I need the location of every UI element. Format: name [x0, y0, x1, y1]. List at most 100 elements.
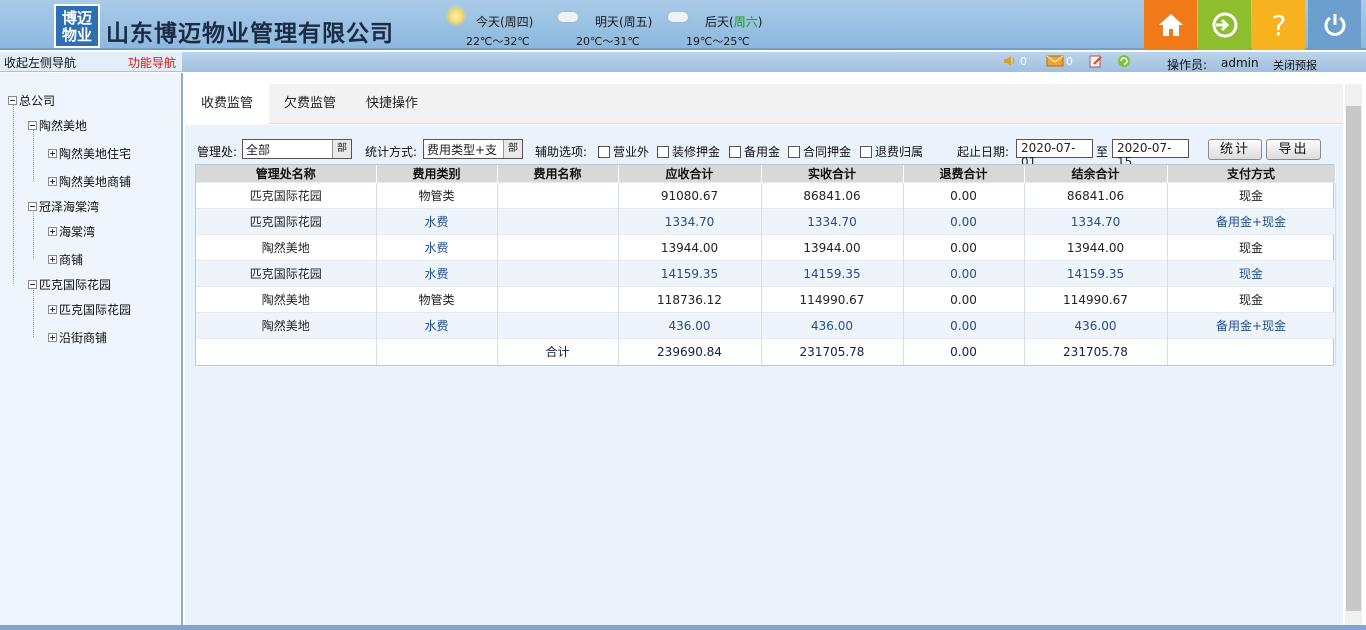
- checkbox[interactable]: [788, 145, 800, 158]
- edit-icon: [1089, 55, 1102, 68]
- cell: 0.00: [903, 286, 1025, 313]
- edit-notice[interactable]: [1088, 54, 1104, 68]
- checkbox[interactable]: [598, 145, 610, 158]
- expand-icon[interactable]: [48, 227, 57, 236]
- close-forecast-link[interactable]: 关闭预报: [1273, 57, 1317, 73]
- speaker-icon: [1004, 56, 1015, 66]
- checkbox[interactable]: [657, 145, 669, 158]
- option-decoration-deposit[interactable]: 装修押金: [657, 143, 720, 160]
- table-row[interactable]: 陶然美地 水费 436.00 436.00 0.00 436.00 备用金+现金: [196, 312, 1336, 339]
- collapse-icon[interactable]: [28, 202, 37, 211]
- tab-charge-monitor[interactable]: 收费监管: [185, 84, 269, 124]
- cell: [196, 338, 377, 365]
- cell: 备用金+现金: [1167, 312, 1336, 339]
- date-from-input[interactable]: 2020-07-01: [1016, 139, 1093, 169]
- collapse-icon[interactable]: [28, 121, 37, 130]
- cell: 436.00: [761, 312, 904, 339]
- vertical-scrollbar[interactable]: [1345, 84, 1362, 625]
- cell: 水费: [376, 234, 498, 261]
- collapse-sidebar-link[interactable]: 收起左侧导航: [4, 54, 76, 71]
- checkbox[interactable]: [729, 145, 741, 158]
- cell: 匹克国际花园: [196, 260, 377, 287]
- tree-item-peak-garden[interactable]: 匹克国际花园: [48, 301, 131, 318]
- table-row[interactable]: 陶然美地 物管类 118736.12 114990.67 0.00 114990…: [196, 286, 1336, 313]
- mail-notice[interactable]: 0: [1046, 54, 1073, 68]
- cell: 物管类: [376, 286, 498, 313]
- table-row[interactable]: 匹克国际花园 水费 14159.35 14159.35 0.00 14159.3…: [196, 260, 1336, 287]
- tree-item-taoran-residential[interactable]: 陶然美地住宅: [48, 145, 131, 162]
- col-header: 实收合计: [761, 165, 904, 183]
- table-row[interactable]: 匹克国际花园 水费 1334.70 1334.70 0.00 1334.70 备…: [196, 208, 1336, 235]
- tab-quick-actions[interactable]: 快捷操作: [351, 84, 433, 124]
- table-row[interactable]: 陶然美地 水费 13944.00 13944.00 0.00 13944.00 …: [196, 234, 1336, 261]
- tab-bar: 收费监管 欠费监管 快捷操作: [185, 84, 1343, 124]
- cell: 备用金+现金: [1167, 208, 1336, 235]
- collapse-icon[interactable]: [8, 96, 17, 105]
- tree-label: 商铺: [59, 253, 84, 267]
- office-select[interactable]: 全部 部: [242, 139, 352, 159]
- weather-day: 今天(周四): [476, 15, 534, 29]
- option-non-operating[interactable]: 营业外: [598, 143, 649, 160]
- tree-item-taoran-shops[interactable]: 陶然美地商铺: [48, 173, 131, 190]
- home-button[interactable]: [1144, 0, 1197, 50]
- export-button[interactable]: 导出: [1266, 139, 1321, 160]
- cell: 239690.84: [618, 338, 762, 365]
- power-button[interactable]: [1308, 0, 1361, 50]
- exit-button[interactable]: [1198, 0, 1251, 50]
- office-select-button[interactable]: 部: [332, 140, 351, 158]
- stat-button[interactable]: 统计: [1208, 139, 1262, 160]
- checkbox-label: 合同押金: [803, 145, 852, 159]
- stat-method-value: 费用类型+支: [427, 143, 498, 157]
- option-refund-attribution[interactable]: 退费归属: [860, 143, 923, 160]
- col-header: 管理处名称: [196, 165, 377, 183]
- function-nav-label[interactable]: 功能导航: [128, 54, 176, 71]
- collapse-icon[interactable]: [28, 280, 37, 289]
- stat-method-select[interactable]: 费用类型+支 部: [423, 139, 523, 159]
- tree-item-street-shops[interactable]: 沿街商铺: [48, 329, 107, 346]
- scrollbar-thumb[interactable]: [1346, 106, 1361, 611]
- cell: 0.00: [903, 182, 1025, 209]
- tree-group-guanze[interactable]: 冠泽海棠湾: [28, 198, 99, 215]
- option-contract-deposit[interactable]: 合同押金: [788, 143, 851, 160]
- expand-icon[interactable]: [48, 149, 57, 158]
- cell: 436.00: [618, 312, 762, 339]
- cell: 匹克国际花园: [196, 208, 377, 235]
- option-reserve-fund[interactable]: 备用金: [729, 143, 780, 160]
- stat-method-select-button[interactable]: 部: [503, 140, 522, 158]
- logo-text: 博迈物业: [61, 9, 92, 44]
- cell: [497, 182, 619, 209]
- tree-group-peak[interactable]: 匹克国际花园: [28, 276, 111, 293]
- mail-icon: [1046, 55, 1064, 67]
- cell: 水费: [376, 208, 498, 235]
- sound-notice[interactable]: 0: [1002, 54, 1027, 68]
- cell: [1167, 338, 1336, 365]
- tree-item-shops[interactable]: 商铺: [48, 251, 83, 268]
- cell: 13944.00: [761, 234, 904, 261]
- help-button[interactable]: ?: [1252, 0, 1305, 50]
- date-to-input[interactable]: 2020-07-15: [1112, 139, 1189, 169]
- cell: 现金: [1167, 286, 1336, 313]
- tree-root[interactable]: 总公司: [8, 92, 55, 109]
- rain-cloud-icon: [668, 8, 690, 24]
- weather-temp: 19℃～25℃: [686, 35, 750, 48]
- col-header: 费用名称: [497, 165, 619, 183]
- cell: 14159.35: [1024, 260, 1168, 287]
- main-panel: 收费监管 欠费监管 快捷操作 管理处: 全部 部 统计方式: 费用类型+支 部 …: [185, 84, 1343, 625]
- tree-label: 匹克国际花园: [39, 278, 112, 292]
- refresh-button[interactable]: [1116, 54, 1132, 68]
- expand-icon[interactable]: [48, 305, 57, 314]
- tree-group-taoran[interactable]: 陶然美地: [28, 117, 87, 134]
- tab-content: 管理处: 全部 部 统计方式: 费用类型+支 部 辅助选项: 营业外 装修押金 …: [185, 125, 1343, 625]
- table-row[interactable]: 匹克国际花园 物管类 91080.67 86841.06 0.00 86841.…: [196, 182, 1336, 209]
- table-total-row: 合计 239690.84 231705.78 0.00 231705.78: [196, 338, 1336, 365]
- tab-arrears-monitor[interactable]: 欠费监管: [269, 84, 351, 124]
- col-header: 应收合计: [618, 165, 762, 183]
- weather-temp: 22℃～32℃: [466, 35, 530, 48]
- tree-item-haitangwan[interactable]: 海棠湾: [48, 223, 95, 240]
- expand-icon[interactable]: [48, 177, 57, 186]
- svg-text:?: ?: [1271, 10, 1286, 40]
- weather-day: 后天(周六): [705, 13, 762, 30]
- checkbox[interactable]: [860, 145, 872, 158]
- expand-icon[interactable]: [48, 333, 57, 342]
- expand-icon[interactable]: [48, 255, 57, 264]
